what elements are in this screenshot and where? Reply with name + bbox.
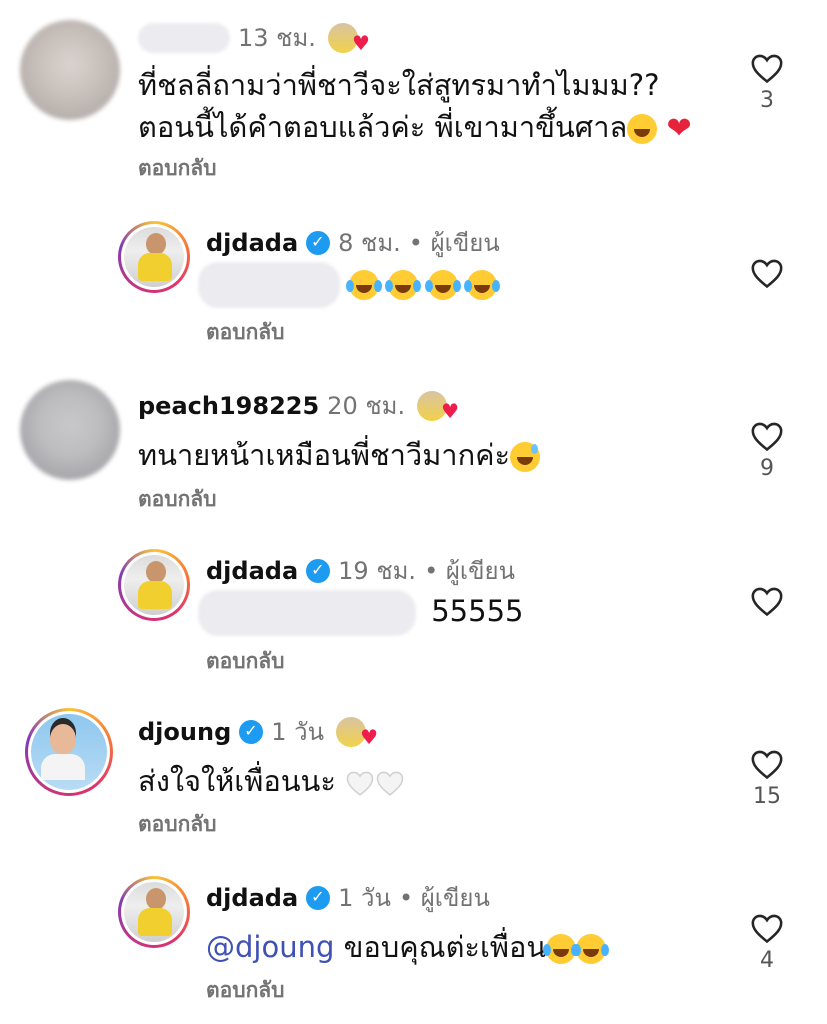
author-label: • ผู้เขียน bbox=[424, 557, 515, 585]
reply-button[interactable]: ตอบกลับ bbox=[206, 645, 285, 678]
comment-text-content: ทนายหน้าเหมือนพี่ชาวีมากค่ะ bbox=[138, 438, 511, 472]
avatar-photo bbox=[31, 714, 107, 790]
verified-badge-icon bbox=[306, 885, 331, 910]
avatar-photo bbox=[124, 227, 184, 287]
tears-of-joy-emoji-icon bbox=[346, 270, 380, 300]
like-count: 4 bbox=[760, 948, 774, 973]
username[interactable]: djdada bbox=[206, 557, 298, 585]
comment-header: 13 ชม. ♥ bbox=[138, 18, 370, 57]
reply-button[interactable]: ตอบกลับ bbox=[206, 974, 285, 1007]
timestamp: 1 วัน bbox=[271, 718, 325, 746]
comment-text-content: ส่งใจให้เพื่อนนะ bbox=[138, 764, 336, 798]
avatar[interactable] bbox=[118, 221, 190, 293]
username[interactable]: djdada bbox=[206, 884, 298, 912]
like-control: 15 bbox=[737, 748, 797, 809]
tears-of-joy-emoji-icon bbox=[385, 270, 419, 300]
like-count: 15 bbox=[753, 784, 781, 809]
heart-outline-icon[interactable] bbox=[750, 912, 784, 944]
red-heart-emoji-icon: ❤ bbox=[666, 111, 692, 146]
heart-outline-icon[interactable] bbox=[750, 52, 784, 84]
text-blurred bbox=[198, 262, 340, 308]
comment-text-line-2: ตอนนี้ได้คำตอบแล้วค่ะ พี่เขามาขึ้นศาล ❤ bbox=[138, 106, 692, 150]
comment-text: ส่งใจให้เพื่อนนะ bbox=[138, 758, 405, 804]
avatar[interactable] bbox=[25, 708, 113, 796]
heart-outline-icon[interactable] bbox=[750, 585, 784, 617]
author-liked-icon: ♥ bbox=[336, 716, 378, 747]
text-blurred bbox=[198, 590, 416, 636]
comment-1: 13 ชม. ♥ ที่ชลลี่ถามว่าพี่ชาวีจะใส่สูทรม… bbox=[0, 0, 827, 190]
tears-of-joy-emoji-icon bbox=[463, 270, 497, 300]
tears-of-joy-emoji-icon bbox=[573, 934, 607, 964]
avatar[interactable] bbox=[20, 20, 120, 120]
comment-header: peach198225 20 ชม. ♥ bbox=[138, 386, 459, 425]
like-count: 9 bbox=[760, 456, 774, 481]
timestamp: 1 วัน bbox=[338, 884, 391, 912]
like-control: 4 bbox=[737, 912, 797, 973]
comment-text-line-2-text: ตอนนี้ได้คำตอบแล้วค่ะ พี่เขามาขึ้นศาล bbox=[138, 110, 628, 144]
comment-header: djdada 19 ชม. • ผู้เขียน bbox=[206, 551, 515, 590]
comment-5: djoung 1 วัน ♥ ส่งใจให้เพื่อนนะ ตอบกลับ … bbox=[0, 700, 827, 850]
white-heart-emoji-icon bbox=[376, 771, 404, 796]
comment-text-content: ขอบคุณต่ะเพื่อน bbox=[343, 930, 547, 964]
avatar[interactable] bbox=[118, 549, 190, 621]
reply-button[interactable]: ตอบกลับ bbox=[138, 152, 217, 185]
comment-text-line-1: ที่ชลลี่ถามว่าพี่ชาวีจะใส่สูทรมาทำไมมม?? bbox=[138, 68, 660, 102]
author-liked-icon: ♥ bbox=[417, 390, 459, 421]
avatar-photo bbox=[124, 555, 184, 615]
comment-text: ทนายหน้าเหมือนพี่ชาวีมากค่ะ bbox=[138, 432, 541, 478]
comment-text-content: 55555 bbox=[431, 594, 524, 628]
mention-link[interactable]: @djoung bbox=[206, 930, 334, 964]
like-count: 3 bbox=[760, 88, 774, 113]
timestamp: 20 ชม. bbox=[327, 392, 406, 420]
comment-text bbox=[198, 262, 497, 308]
comment-header: djoung 1 วัน ♥ bbox=[138, 712, 378, 751]
reply-button[interactable]: ตอบกลับ bbox=[206, 316, 285, 349]
comment-text: @djoung ขอบคุณต่ะเพื่อน bbox=[206, 924, 607, 970]
reply-button[interactable]: ตอบกลับ bbox=[138, 808, 217, 841]
author-label: • ผู้เขียน bbox=[398, 884, 490, 912]
like-control bbox=[737, 257, 797, 289]
white-heart-emoji-icon bbox=[346, 771, 374, 796]
comment-4: djdada 19 ชม. • ผู้เขียน 55555 ตอบกลับ bbox=[0, 535, 827, 690]
comment-6: djdada 1 วัน • ผู้เขียน @djoung ขอบคุณต่… bbox=[0, 862, 827, 1024]
avatar[interactable] bbox=[118, 876, 190, 948]
author-label: • ผู้เขียน bbox=[408, 229, 500, 257]
laughing-emoji-icon bbox=[627, 114, 658, 144]
tears-of-joy-emoji-icon bbox=[543, 934, 577, 964]
comment-2: djdada 8 ชม. • ผู้เขียน ตอบกลับ bbox=[0, 205, 827, 355]
like-control: 9 bbox=[737, 420, 797, 481]
like-control: 3 bbox=[737, 52, 797, 113]
avatar-photo bbox=[124, 882, 184, 942]
like-control bbox=[737, 585, 797, 617]
username[interactable]: djdada bbox=[206, 229, 298, 257]
sweat-smile-emoji-icon bbox=[510, 442, 541, 472]
avatar[interactable] bbox=[20, 380, 120, 480]
timestamp: 19 ชม. bbox=[338, 557, 417, 585]
comment-text: 55555 bbox=[198, 590, 523, 636]
heart-outline-icon[interactable] bbox=[750, 748, 784, 780]
comment-header: djdada 8 ชม. • ผู้เขียน bbox=[206, 223, 500, 262]
verified-badge-icon bbox=[306, 558, 331, 583]
comment-header: djdada 1 วัน • ผู้เขียน bbox=[206, 878, 490, 917]
heart-outline-icon[interactable] bbox=[750, 257, 784, 289]
tears-of-joy-emoji-icon bbox=[424, 270, 458, 300]
verified-badge-icon bbox=[239, 719, 264, 744]
username-blurred[interactable] bbox=[138, 22, 230, 53]
verified-badge-icon bbox=[306, 230, 331, 255]
comment-3: peach198225 20 ชม. ♥ ทนายหน้าเหมือนพี่ชา… bbox=[0, 370, 827, 530]
heart-outline-icon[interactable] bbox=[750, 420, 784, 452]
timestamp: 8 ชม. bbox=[338, 229, 401, 257]
reply-button[interactable]: ตอบกลับ bbox=[138, 483, 217, 516]
author-liked-icon: ♥ bbox=[327, 22, 370, 53]
username[interactable]: djoung bbox=[138, 718, 231, 746]
comment-text: ที่ชลลี่ถามว่าพี่ชาวีจะใส่สูทรมาทำไมมม??… bbox=[138, 64, 692, 150]
username[interactable]: peach198225 bbox=[138, 392, 319, 420]
timestamp: 13 ชม. bbox=[238, 24, 316, 52]
